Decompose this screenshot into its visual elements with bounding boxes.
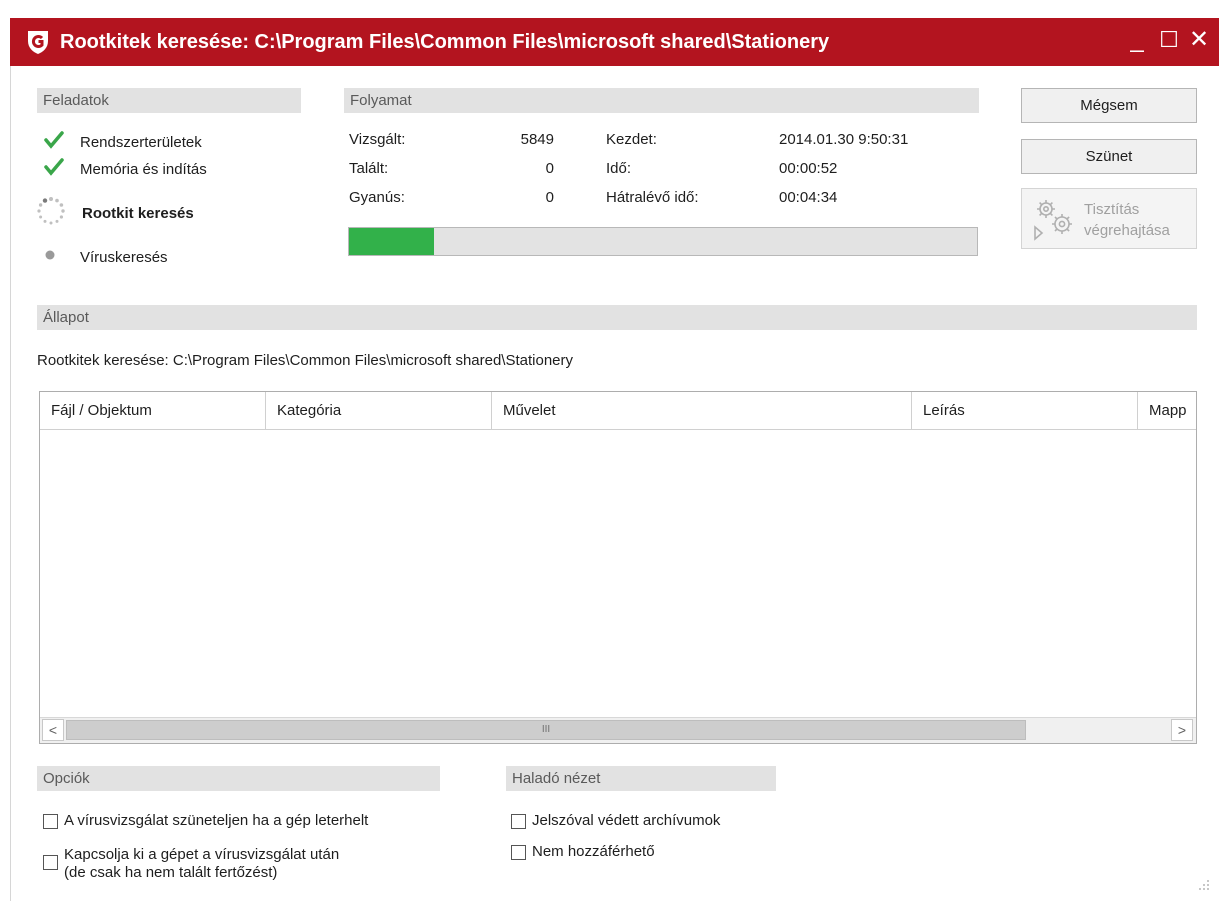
start-label: Kezdet: [606, 131, 657, 148]
task-item: Memória és indítás [44, 158, 207, 180]
task-item: Rendszerterületek [44, 131, 202, 153]
column-header-description[interactable]: Leírás [912, 392, 1138, 430]
check-icon [44, 131, 64, 153]
window-frame [10, 66, 11, 901]
checkbox[interactable] [511, 814, 526, 829]
remaining-value: 00:04:34 [779, 189, 838, 206]
option-inaccessible[interactable]: Nem hozzáférhető [511, 843, 655, 861]
pause-button[interactable]: Szünet [1021, 139, 1197, 174]
close-button[interactable]: ✕ [1186, 28, 1212, 52]
scanned-value: 5849 [520, 131, 554, 148]
option-pause-when-busy[interactable]: A vírusvizsgálat szüneteljen ha a gép le… [43, 812, 368, 830]
horizontal-scrollbar[interactable]: < III > [40, 717, 1196, 743]
column-header-action[interactable]: Művelet [492, 392, 912, 430]
task-label-active: Rootkit keresés [82, 204, 194, 222]
clean-button[interactable]: Tisztítás végrehajtása [1021, 188, 1197, 249]
scroll-right-button[interactable]: > [1171, 719, 1193, 741]
elapsed-value: 00:00:52 [779, 160, 838, 177]
remaining-label: Hátralévő idő: [606, 189, 699, 206]
option-password-archives[interactable]: Jelszóval védett archívumok [511, 812, 720, 830]
scroll-left-button[interactable]: < [42, 719, 64, 741]
checkbox-label: Kapcsolja ki a gépet a vírusvizsgálat ut… [64, 846, 340, 881]
status-header: Állapot [37, 305, 1197, 330]
progress-bar-fill [349, 228, 434, 255]
suspicious-label: Gyanús: [349, 189, 405, 206]
scrollbar-thumb[interactable]: III [66, 720, 1026, 740]
option-shutdown-after-scan[interactable]: Kapcsolja ki a gépet a vírusvizsgálat ut… [43, 846, 339, 882]
minimize-button[interactable]: _ [1124, 28, 1150, 52]
suspicious-value: 0 [545, 189, 554, 206]
maximize-button[interactable]: ☐ [1156, 28, 1182, 52]
gears-icon [1032, 197, 1078, 245]
resize-grip-icon[interactable] [1197, 878, 1211, 896]
task-label: Rendszerterületek [80, 133, 202, 151]
progress-bar [348, 227, 978, 256]
status-text: Rootkitek keresése: C:\Program Files\Com… [37, 352, 574, 369]
pending-dot-icon [44, 246, 64, 268]
checkbox[interactable] [511, 845, 526, 860]
window-title: Rootkitek keresése: C:\Program Files\Com… [60, 31, 830, 53]
results-table[interactable]: Fájl / Objektum Kategória Művelet Leírás… [39, 391, 1197, 744]
tasks-header: Feladatok [37, 88, 301, 113]
spinner-icon [36, 196, 66, 230]
column-header-category[interactable]: Kategória [266, 392, 492, 430]
checkbox-label: A vírusvizsgálat szüneteljen ha a gép le… [64, 812, 369, 829]
table-body [40, 430, 1196, 717]
cancel-button[interactable]: Mégsem [1021, 88, 1197, 123]
found-value: 0 [545, 160, 554, 177]
options-header: Opciók [37, 766, 440, 791]
clean-button-label-2: végrehajtása [1084, 222, 1170, 239]
check-icon [44, 158, 64, 180]
scrollbar-grip: III [541, 724, 551, 735]
elapsed-label: Idő: [606, 160, 632, 177]
checkbox[interactable] [43, 855, 58, 870]
checkbox[interactable] [43, 814, 58, 829]
scanned-label: Vizsgált: [349, 131, 406, 148]
task-item: Rootkit keresés [36, 196, 194, 230]
column-header-file[interactable]: Fájl / Objektum [40, 392, 266, 430]
task-label: Víruskeresés [80, 248, 168, 266]
task-label: Memória és indítás [80, 160, 207, 178]
shield-icon [26, 29, 50, 55]
column-header-folder[interactable]: Mapp [1138, 392, 1196, 430]
clean-button-label-1: Tisztítás [1084, 201, 1140, 218]
found-label: Talált: [349, 160, 389, 177]
checkbox-label: Jelszóval védett archívumok [532, 812, 721, 829]
start-value: 2014.01.30 9:50:31 [779, 131, 909, 148]
checkbox-label: Nem hozzáférhető [532, 843, 655, 860]
progress-header: Folyamat [344, 88, 979, 113]
task-item: Víruskeresés [44, 246, 168, 268]
advanced-header: Haladó nézet [506, 766, 776, 791]
